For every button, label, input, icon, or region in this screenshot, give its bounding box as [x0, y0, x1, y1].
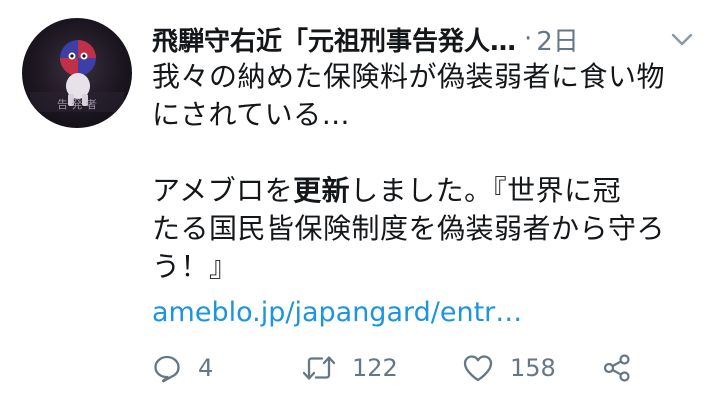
retweet-button[interactable]: 122 [302, 353, 462, 383]
tweet-text-line: う！』 [152, 250, 238, 283]
tweet-text-bold: 更新 [293, 174, 351, 207]
reply-button[interactable]: 4 [152, 353, 302, 383]
profile-avatar[interactable]: 告 発 者 [22, 18, 132, 128]
author-name[interactable]: 飛騨守右近「元祖刑事告発人… [152, 21, 516, 58]
retweet-count: 122 [352, 354, 398, 382]
tweet-link[interactable]: ameblo.jp/japangard/entr… [152, 294, 704, 332]
reply-icon [154, 355, 180, 383]
share-button[interactable] [602, 353, 652, 383]
retweet-icon [302, 356, 336, 380]
tweet-actions: 4 122 158 [152, 346, 652, 390]
tweet-text-segment: しました。『世界に冠 [350, 174, 622, 207]
avatar-caption: 告 発 者 [57, 97, 97, 111]
like-button[interactable]: 158 [462, 353, 602, 383]
tweet-text-line: たる国民皆保険制度を偽装弱者から守ろ [152, 212, 666, 245]
tweet-text-line: 我々の納めた保険料が偽装弱者に食い物 [152, 60, 666, 93]
tweet-text-line: アメブロを更新しました。『世界に冠 [152, 172, 704, 210]
tweet-text-line: にされている… [152, 98, 351, 131]
tweet-header: 飛騨守右近「元祖刑事告発人… · 2日 [152, 16, 702, 62]
mascot-avatar-icon: 告 発 者 [30, 40, 124, 112]
tweet-text-segment: アメブロを [152, 174, 294, 207]
heart-icon [463, 355, 493, 382]
chevron-down-icon[interactable] [668, 26, 696, 54]
share-icon [603, 354, 630, 382]
tweet-body: 我々の納めた保険料が偽装弱者に食い物 にされている… アメブロを更新しました。『… [152, 58, 704, 332]
tweet-timestamp[interactable]: 2日 [536, 21, 579, 58]
reply-count: 4 [198, 354, 214, 382]
time-separator: · [524, 24, 533, 54]
like-count: 158 [510, 354, 556, 382]
